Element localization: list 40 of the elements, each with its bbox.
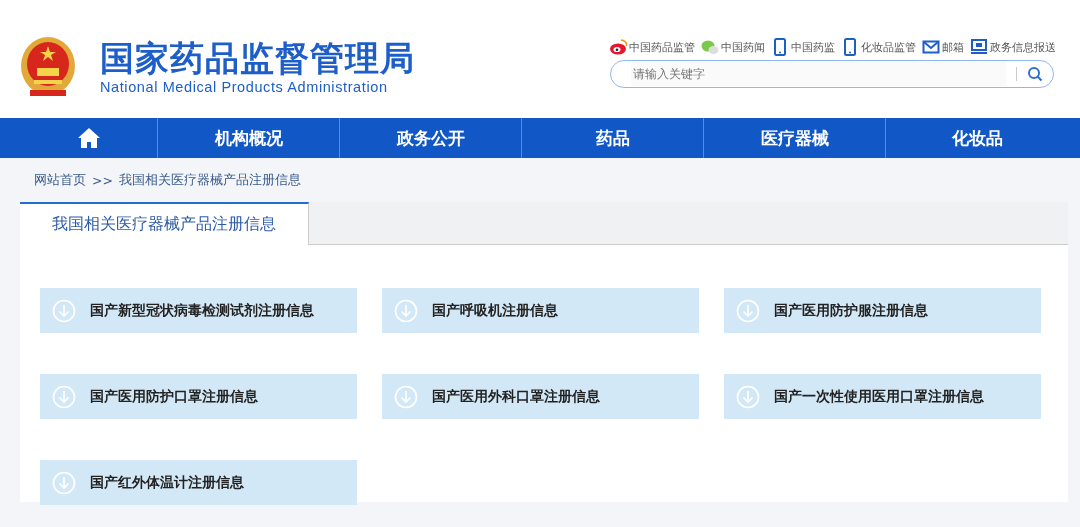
download-icon bbox=[736, 298, 760, 323]
download-item[interactable]: 国产新型冠状病毒检测试剂注册信息 bbox=[40, 288, 357, 333]
download-item[interactable]: 国产医用防护服注册信息 bbox=[724, 288, 1041, 333]
download-item[interactable]: 国产医用防护口罩注册信息 bbox=[40, 374, 357, 419]
header-link[interactable]: 邮箱 bbox=[942, 39, 964, 55]
download-icon bbox=[52, 384, 76, 409]
emblem-icon bbox=[20, 36, 76, 98]
mail-icon bbox=[922, 38, 940, 56]
chat-bubbles-icon bbox=[701, 38, 719, 56]
download-item[interactable]: 国产红外体温计注册信息 bbox=[40, 460, 357, 505]
site-subtitle: National Medical Products Administration bbox=[100, 79, 389, 95]
breadcrumb-link[interactable]: 我国相关医疗器械产品注册信息 bbox=[118, 171, 301, 189]
phone-icon bbox=[841, 38, 859, 56]
download-icon bbox=[394, 298, 418, 323]
header-link[interactable]: 中国药闻 bbox=[721, 39, 765, 55]
breadcrumb-separator: >> bbox=[92, 172, 113, 188]
nav-item[interactable]: 机构概况 bbox=[214, 126, 283, 150]
weibo-icon bbox=[609, 38, 627, 56]
tab[interactable]: 我国相关医疗器械产品注册信息 bbox=[20, 202, 309, 245]
site-title: 国家药品监督管理局 bbox=[100, 39, 415, 77]
phone-icon bbox=[771, 38, 789, 56]
header-link[interactable]: 中国药品监管 bbox=[629, 39, 695, 55]
download-item[interactable]: 国产医用外科口罩注册信息 bbox=[382, 374, 699, 419]
download-icon bbox=[736, 384, 760, 409]
nav-item[interactable]: 药品 bbox=[595, 126, 630, 150]
download-item[interactable]: 国产一次性使用医用口罩注册信息 bbox=[724, 374, 1041, 419]
nav-item[interactable]: 政务公开 bbox=[396, 126, 465, 150]
nav-item[interactable]: 医疗器械 bbox=[760, 126, 829, 150]
header-link[interactable]: 化妆品监管 bbox=[861, 39, 916, 55]
monitor-icon bbox=[970, 38, 988, 56]
download-icon bbox=[52, 298, 76, 323]
download-item[interactable]: 国产呼吸机注册信息 bbox=[382, 288, 699, 333]
header-link[interactable]: 中国药监 bbox=[791, 39, 835, 55]
home-icon[interactable] bbox=[76, 127, 101, 149]
header-link[interactable]: 政务信息报送 bbox=[990, 39, 1056, 55]
download-icon bbox=[52, 470, 76, 495]
nav-item[interactable]: 化妆品 bbox=[951, 126, 1003, 150]
search-icon[interactable] bbox=[1027, 66, 1043, 82]
download-icon bbox=[394, 384, 418, 409]
breadcrumb-link[interactable]: 网站首页 bbox=[34, 171, 86, 189]
